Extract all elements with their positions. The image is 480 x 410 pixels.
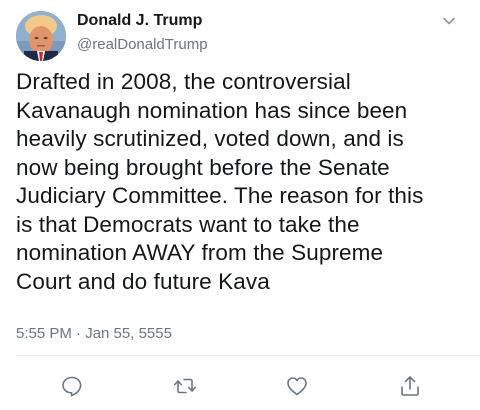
tweet-text-line: heavily scrutinized, voted down, and is (16, 126, 404, 151)
author-handle[interactable]: @realDonaldTrump (77, 36, 208, 53)
tweet-text-line: Drafted in 2008, the controversial (16, 69, 351, 94)
action-bar (0, 365, 480, 405)
tweet: Donald J. Trump @realDonaldTrump Drafted… (0, 0, 480, 410)
chevron-down-icon[interactable] (441, 13, 457, 29)
tweet-text-line: now being brought before the Senate (16, 154, 390, 180)
retweet-icon[interactable] (172, 373, 198, 399)
tweet-text-line: Kavanaugh nomination has since been (16, 97, 408, 123)
author-avatar[interactable] (16, 11, 66, 61)
heart-icon[interactable] (284, 373, 310, 399)
tweet-text-line: Judiciary Committee. The reason for this (16, 183, 424, 208)
tweet-timestamp[interactable]: 5:55 PM · Jan 55, 5555 (16, 325, 172, 342)
tweet-text-line: nomination AWAY from the Supreme (16, 240, 384, 265)
tweet-text-line: Court and do future Kava (16, 268, 270, 294)
author-display-name[interactable]: Donald J. Trump (77, 12, 202, 30)
tweet-text-line: is that Democrats want to take the (16, 211, 360, 237)
comment-icon[interactable] (59, 373, 85, 399)
tweet-text: Drafted in 2008, the controversial Kavan… (16, 68, 466, 296)
avatar-image (16, 11, 66, 61)
divider (16, 355, 480, 356)
share-icon[interactable] (397, 373, 423, 399)
